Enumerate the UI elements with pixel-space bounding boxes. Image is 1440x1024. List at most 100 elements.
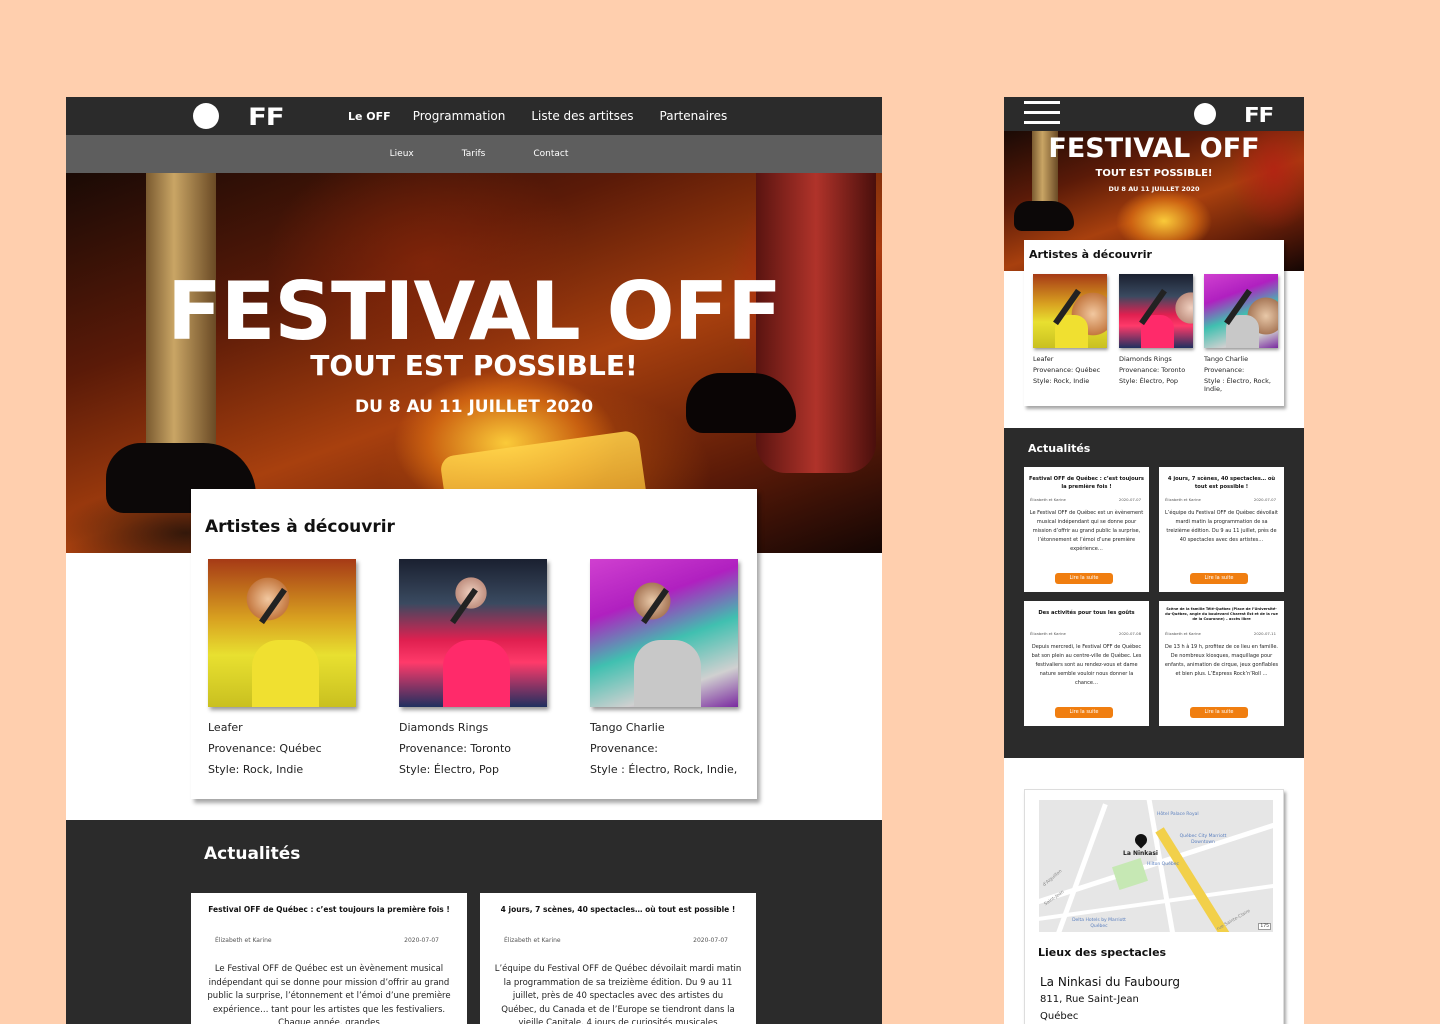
artist-provenance: Provenance: [590, 742, 658, 755]
news-card-date: 2020-07-07 [404, 937, 439, 944]
venues-heading: Lieux des spectacles [1038, 946, 1167, 959]
artist-card[interactable]: Tango Charlie Provenance: Style : Électr… [590, 559, 740, 776]
artist-name: Diamonds Rings [399, 721, 489, 734]
artist-photo[interactable] [590, 559, 738, 707]
artist-style: Style: Électro, Pop [399, 763, 499, 776]
artist-provenance: Provenance: Québec [208, 742, 322, 755]
hamburger-menu-icon[interactable] [1024, 101, 1060, 125]
desktop-mockup: FF Le OFF Programmation Liste des artits… [66, 97, 882, 1024]
map-label: Delta Hotels by Marriott Québec [1072, 918, 1126, 929]
news-card-text: Le Festival OFF de Québec est un èvèneme… [207, 964, 451, 1024]
artist-name: Tango Charlie [1204, 355, 1249, 363]
artist-provenance: Provenance: [1204, 366, 1245, 374]
news-card-title[interactable]: Des activités pour tous les goûts [1028, 609, 1145, 617]
artist-style: Style: Électro, Pop [1119, 377, 1179, 385]
news-card-title[interactable]: Festival OFF de Québec : c’est toujours … [191, 905, 467, 914]
logo-circle-icon[interactable] [1194, 103, 1216, 125]
nav-item-le-off[interactable]: Le OFF [348, 110, 391, 123]
news-card-text: De 13 h à 19 h, profitez de ce lieu en f… [1164, 644, 1279, 677]
news-card-author: Élizabeth et Karine [1165, 631, 1201, 636]
logo-circle-icon[interactable] [193, 103, 219, 129]
news-card-author: Élizabeth et Karine [1165, 497, 1201, 502]
news-card[interactable]: Scène de la famille Télé-Québec (Place d… [1159, 601, 1284, 726]
hero-title: FESTIVAL OFF [167, 265, 782, 358]
artist-style: Style : Électro, Rock, Indie, [1204, 377, 1271, 393]
mobile-nav: FF [1004, 97, 1304, 131]
main-nav: FF Le OFF Programmation Liste des artits… [66, 97, 882, 135]
venue-city: Québec [1040, 1011, 1079, 1022]
news-card-title[interactable]: 4 jours, 7 scènes, 40 spectacles… où tou… [1163, 475, 1280, 491]
read-more-button[interactable]: Lire la suite [1190, 573, 1248, 584]
map-label: Québec City Marriott Downtown [1179, 834, 1227, 845]
news-card-date: 2020-07-11 [1253, 631, 1276, 636]
sub-nav: Lieux Tarifs Contact [66, 135, 882, 173]
artist-name: Tango Charlie [590, 721, 665, 734]
mobile-hero-tagline: TOUT EST POSSIBLE! [1095, 168, 1213, 179]
map-pin-icon[interactable] [1132, 831, 1150, 849]
artist-style: Style: Rock, Indie [208, 763, 304, 776]
news-card-title[interactable]: Scène de la famille Télé-Québec (Place d… [1163, 607, 1280, 622]
logo-text[interactable]: FF [1244, 103, 1274, 127]
hero-tagline: TOUT EST POSSIBLE! [310, 349, 638, 382]
news-card[interactable]: Festival OFF de Québec : c’est toujours … [1024, 467, 1149, 592]
hero-photo-detail [1014, 201, 1074, 231]
subnav-item-tarifs[interactable]: Tarifs [462, 149, 486, 159]
logo-text[interactable]: FF [248, 103, 285, 131]
news-card-date: 2020-07-07 [693, 937, 728, 944]
artist-style: Style: Rock, Indie [1033, 377, 1090, 385]
map-label: Hilton Québec [1147, 862, 1179, 867]
venues-card: La Ninkasi Hôtel Palace Royal Québec Cit… [1024, 789, 1284, 1024]
news-card-text: Le Festival OFF de Québec est un èvèneme… [1029, 510, 1144, 552]
nav-item-programmation[interactable]: Programmation [413, 109, 506, 123]
map-label: Hôtel Palace Royal [1157, 812, 1199, 817]
map-route-number: 175 [1258, 923, 1271, 930]
artist-photo[interactable] [399, 559, 547, 707]
subnav-item-contact[interactable]: Contact [533, 149, 568, 159]
read-more-button[interactable]: Lire la suite [1190, 707, 1248, 718]
artist-card[interactable]: Diamonds Rings Provenance: Toronto Style… [399, 559, 549, 776]
news-card-author: Élizabeth et Karine [215, 937, 272, 944]
mobile-artists-section: Artistes à découvrir Leafer Provenance: … [1024, 240, 1284, 406]
artist-name: Leafer [208, 721, 243, 734]
nav-item-partenaires[interactable]: Partenaires [660, 109, 728, 123]
news-card-text: Depuis mercredi, le Festival OFF de Québ… [1031, 644, 1142, 686]
subnav-item-lieux[interactable]: Lieux [390, 149, 414, 159]
nav-item-artistes[interactable]: Liste des artitses [531, 109, 633, 123]
artists-heading: Artistes à découvrir [205, 517, 395, 537]
venue-name: La Ninkasi du Faubourg [1040, 975, 1180, 989]
read-more-button[interactable]: Lire la suite [1055, 573, 1113, 584]
artist-card[interactable]: Diamonds Rings Provenance: Toronto Style… [1119, 274, 1199, 385]
artist-provenance: Provenance: Québec [1033, 366, 1101, 374]
news-card-author: Élizabeth et Karine [1030, 631, 1066, 636]
artist-photo[interactable] [1033, 274, 1107, 348]
news-card-author: Élizabeth et Karine [504, 937, 561, 944]
artist-photo[interactable] [1119, 274, 1193, 348]
news-card-date: 2020-07-08 [1118, 631, 1141, 636]
artist-photo[interactable] [1204, 274, 1278, 348]
news-card-author: Élizabeth et Karine [1030, 497, 1066, 502]
news-section: Actualités Festival OFF de Québec : c’es… [66, 820, 882, 1024]
mobile-artists-heading: Artistes à découvrir [1029, 248, 1152, 261]
news-heading: Actualités [204, 844, 301, 864]
artist-card[interactable]: Tango Charlie Provenance: Style : Électr… [1204, 274, 1284, 393]
news-card[interactable]: Des activités pour tous les goûts Élizab… [1024, 601, 1149, 726]
venue-map[interactable]: La Ninkasi Hôtel Palace Royal Québec Cit… [1039, 800, 1273, 932]
mobile-hero-title: FESTIVAL OFF [1048, 133, 1260, 164]
mobile-news-section: Actualités Festival OFF de Québec : c’es… [1004, 428, 1304, 758]
map-label: d'Aiguillon [1042, 869, 1064, 888]
read-more-button[interactable]: Lire la suite [1055, 707, 1113, 718]
news-card[interactable]: Festival OFF de Québec : c’est toujours … [191, 893, 467, 1024]
artist-card[interactable]: Leafer Provenance: Québec Style: Rock, I… [1033, 274, 1113, 385]
mobile-hero-dates: DU 8 AU 11 JUILLET 2020 [1108, 185, 1200, 193]
news-card-title[interactable]: Festival OFF de Québec : c’est toujours … [1028, 475, 1145, 491]
map-pin-label: La Ninkasi [1123, 850, 1158, 857]
artist-name: Diamonds Rings [1119, 355, 1172, 363]
news-card-title[interactable]: 4 jours, 7 scènes, 40 spectacles… où tou… [480, 905, 756, 914]
news-card[interactable]: 4 jours, 7 scènes, 40 spectacles… où tou… [480, 893, 756, 1024]
artist-card[interactable]: Leafer Provenance: Québec Style: Rock, I… [208, 559, 358, 776]
artist-photo[interactable] [208, 559, 356, 707]
news-card[interactable]: 4 jours, 7 scènes, 40 spectacles… où tou… [1159, 467, 1284, 592]
news-card-text: L’équipe du Festival OFF de Québec dévoi… [1165, 510, 1278, 543]
mobile-mockup: FESTIVAL OFF TOUT EST POSSIBLE! DU 8 AU … [1004, 97, 1304, 1024]
artists-section: Artistes à découvrir Leafer Provenance: … [191, 489, 757, 799]
